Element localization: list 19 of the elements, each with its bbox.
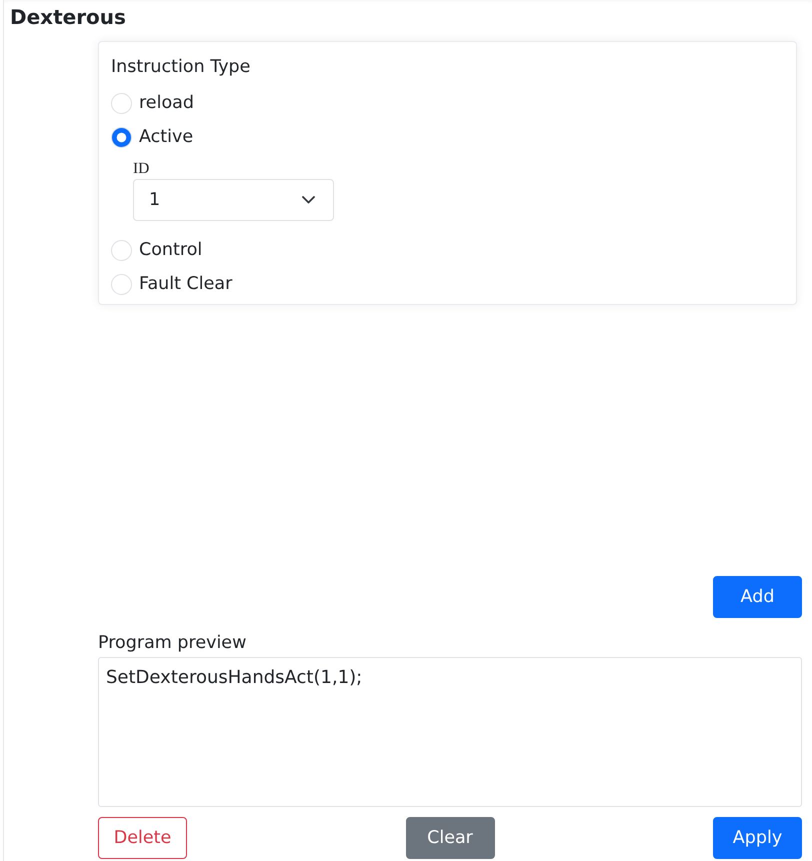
field-label: Program preview bbox=[98, 632, 246, 655]
field-label: ID bbox=[133, 161, 150, 177]
page-title: Dexterous bbox=[10, 4, 126, 30]
program-preview-field[interactable]: SetDexterousHandsAct(1,1); bbox=[98, 657, 802, 807]
radio-button[interactable] bbox=[111, 126, 132, 148]
radio-label[interactable]: Active bbox=[139, 125, 194, 149]
delete-button[interactable]: Delete bbox=[98, 817, 187, 859]
apply-button[interactable]: Apply bbox=[713, 817, 802, 859]
radio-button[interactable] bbox=[111, 240, 132, 260]
radio-label[interactable]: reload bbox=[139, 91, 194, 115]
group-label: Instruction Type bbox=[111, 56, 250, 79]
radio-label[interactable]: Control bbox=[139, 238, 202, 262]
radio-label[interactable]: Fault Clear bbox=[139, 272, 232, 296]
clear-button[interactable]: Clear bbox=[406, 817, 494, 859]
radio-button[interactable] bbox=[111, 274, 132, 294]
radio-button[interactable] bbox=[111, 92, 132, 114]
chevron-down-icon bbox=[302, 196, 315, 204]
add-button[interactable]: Add bbox=[713, 576, 802, 618]
id-select[interactable]: 1 bbox=[133, 179, 334, 221]
